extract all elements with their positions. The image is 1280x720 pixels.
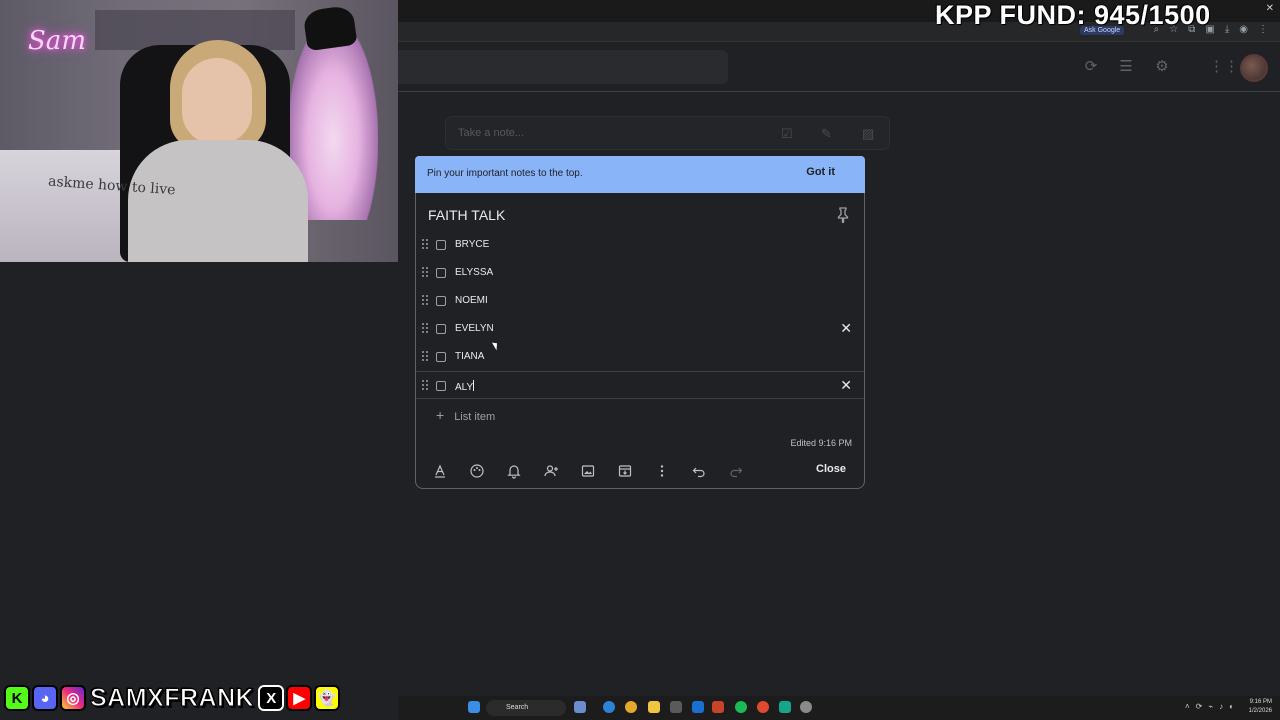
settings-gear-icon[interactable]: ⚙ [1153, 58, 1171, 76]
plus-icon: + [436, 407, 445, 423]
social-handle: SAMXFRANK [89, 683, 255, 712]
take-note-placeholder: Take a note... [458, 127, 525, 139]
close-button[interactable]: Close [816, 463, 846, 475]
webcam-streamer [128, 40, 308, 262]
refresh-icon[interactable]: ⟳ [1082, 58, 1100, 76]
system-tray-icons[interactable]: ˄⟳⌁♪◐ [1185, 702, 1240, 711]
take-note-bar[interactable]: Take a note... ☑ ✎ ▨ [445, 116, 890, 150]
list-item[interactable]: ELYSSA [416, 259, 864, 287]
webcam-bed [0, 150, 140, 262]
app-icon-green[interactable] [779, 701, 791, 713]
more-icon[interactable] [654, 463, 670, 479]
chrome-icon[interactable] [625, 701, 637, 713]
text-caret [473, 380, 475, 391]
edge-icon[interactable] [603, 701, 615, 713]
archive-icon[interactable] [617, 463, 633, 479]
image-icon[interactable] [580, 463, 596, 479]
item-checkbox[interactable] [436, 268, 446, 278]
account-avatar[interactable] [1240, 54, 1268, 82]
pin-tip-banner: Pin your important notes to the top. Got… [415, 156, 865, 193]
drag-handle-icon[interactable] [421, 379, 429, 391]
list-item[interactable]: TIANA [416, 343, 864, 371]
drag-handle-icon[interactable] [421, 350, 429, 362]
social-handles-bar: K ◕ ◎ SAMXFRANK X ▶ 👻 [4, 683, 341, 713]
item-label: ALY [455, 382, 474, 393]
note-title[interactable]: FAITH TALK [428, 207, 505, 223]
note-toolbar [426, 463, 856, 481]
reminder-bell-icon[interactable] [506, 463, 522, 479]
download-icon[interactable]: ⤓ [1225, 24, 1229, 35]
clock[interactable]: 9:16 PM 1/2/2026 [1249, 698, 1272, 716]
redo-icon[interactable] [728, 463, 744, 479]
item-checkbox[interactable] [436, 240, 446, 250]
item-label[interactable]: NOEMI [455, 295, 488, 306]
taskbar-search[interactable]: Search [486, 700, 566, 716]
obs-icon[interactable] [712, 701, 724, 713]
file-explorer-icon[interactable] [648, 701, 660, 713]
app-icon-widgets[interactable] [574, 701, 586, 713]
item-checkbox[interactable] [436, 352, 446, 362]
snapchat-icon: 👻 [314, 685, 341, 711]
item-checkbox[interactable] [436, 381, 446, 391]
drag-handle-icon[interactable] [421, 238, 429, 250]
kick-icon: K [4, 685, 30, 711]
item-label[interactable]: TIANA [455, 351, 484, 362]
fund-goal-banner: KPP FUND: 945/1500 [935, 0, 1211, 30]
item-label[interactable]: EVELYN [455, 323, 494, 334]
store-icon[interactable] [670, 701, 682, 713]
edited-timestamp: Edited 9:16 PM [790, 438, 852, 448]
youtube-icon: ▶ [286, 685, 313, 711]
x-icon: X [258, 685, 285, 711]
drag-handle-icon[interactable] [421, 322, 429, 334]
list-item-editing[interactable]: ALY ✕ [416, 371, 864, 399]
undo-icon[interactable] [691, 463, 707, 479]
apps-grid-icon[interactable]: ⋮⋮ [1209, 58, 1239, 76]
chrome-alt-icon[interactable] [757, 701, 769, 713]
profile-icon[interactable]: ◉ [1239, 24, 1248, 35]
new-image-note-icon[interactable]: ▨ [862, 126, 874, 142]
note-editor: FAITH TALK BRYCE ELYSSA NOEMI EVELYN ✕ T… [415, 193, 865, 489]
clock-date: 1/2/2026 [1248, 708, 1272, 714]
webcam-face [182, 58, 252, 144]
instagram-icon: ◎ [60, 685, 86, 711]
list-item[interactable]: EVELYN ✕ [416, 315, 864, 343]
discord-icon: ◕ [32, 685, 58, 711]
pin-tip-message: Pin your important notes to the top. [427, 168, 583, 179]
search-bar[interactable] [398, 50, 728, 84]
got-it-button[interactable]: Got it [806, 166, 835, 178]
clock-time: 9:16 PM [1249, 699, 1272, 705]
item-checkbox[interactable] [436, 324, 446, 334]
settings-icon[interactable] [800, 701, 812, 713]
delete-item-icon[interactable]: ✕ [840, 321, 852, 335]
new-list-icon[interactable]: ☑ [781, 126, 793, 142]
window-close-icon[interactable]: ✕ [1266, 3, 1274, 14]
item-label[interactable]: BRYCE [455, 239, 489, 250]
windows-taskbar: Search ˄⟳⌁♪◐ 9:16 PM 1/2/2026 [398, 696, 1280, 720]
add-item-placeholder: List item [454, 411, 496, 423]
item-input[interactable]: ALY [455, 380, 475, 393]
pin-icon[interactable] [836, 207, 850, 223]
item-label[interactable]: ELYSSA [455, 267, 493, 278]
menu-dots-icon[interactable]: ⋮ [1258, 24, 1268, 35]
webcam-sweater [128, 140, 308, 262]
drag-handle-icon[interactable] [421, 294, 429, 306]
screen: Ask Google ⌕ ☆ ⧉ ▣ ⤓ ◉ ⋮ ⟳ ☰ ⚙ ⋮⋮ Take a… [0, 0, 1280, 720]
list-item[interactable]: BRYCE [416, 231, 864, 259]
new-drawing-icon[interactable]: ✎ [821, 126, 832, 142]
spotify-icon[interactable] [735, 701, 747, 713]
list-item[interactable]: NOEMI [416, 287, 864, 315]
app-icon-blue[interactable] [692, 701, 704, 713]
list-view-icon[interactable]: ☰ [1117, 58, 1135, 76]
palette-icon[interactable] [469, 463, 485, 479]
collaborator-icon[interactable] [543, 463, 559, 479]
add-list-item[interactable]: + List item [436, 407, 495, 423]
text-format-icon[interactable] [432, 463, 448, 479]
neon-sign: Sam [28, 26, 86, 56]
delete-item-icon[interactable]: ✕ [840, 378, 852, 392]
webcam-overlay: askme how to live Sam [0, 0, 398, 262]
drag-handle-icon[interactable] [421, 266, 429, 278]
start-icon[interactable] [468, 701, 480, 713]
item-checkbox[interactable] [436, 296, 446, 306]
